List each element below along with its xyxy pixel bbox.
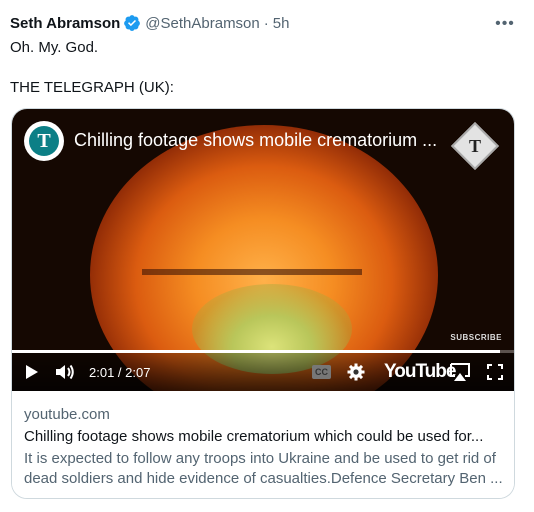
- airplay-icon[interactable]: [449, 353, 473, 391]
- volume-icon[interactable]: [54, 353, 80, 391]
- gear-icon[interactable]: [347, 353, 369, 391]
- video-frame-detail: [142, 269, 362, 275]
- tweet-timestamp[interactable]: 5h: [273, 15, 290, 32]
- cc-icon[interactable]: CC: [312, 353, 336, 391]
- link-description-line: dead soldiers and hide evidence of casua…: [24, 470, 503, 487]
- verified-badge-icon: [124, 15, 141, 31]
- fullscreen-icon[interactable]: [487, 353, 507, 391]
- more-icon[interactable]: •••: [494, 13, 516, 35]
- channel-logo-letter: T: [29, 126, 59, 156]
- link-description-line: It is expected to follow any troops into…: [24, 450, 496, 467]
- link-title: Chilling footage shows mobile crematoriu…: [24, 428, 484, 445]
- tweet-header: Seth Abramson @SethAbramson · 5h: [10, 13, 289, 33]
- video-player[interactable]: T Chilling footage shows mobile cremator…: [12, 109, 514, 391]
- subscribe-label[interactable]: SUBSCRIBE: [450, 333, 502, 342]
- channel-watermark[interactable]: T: [450, 121, 500, 171]
- cc-label: CC: [312, 365, 331, 379]
- youtube-logo[interactable]: YouTube: [384, 353, 456, 391]
- player-controls: 2:01 / 2:07 CC YouTube: [12, 353, 514, 391]
- tweet-text-line: Oh. My. God.: [10, 39, 99, 56]
- link-domain: youtube.com: [24, 406, 110, 423]
- play-icon[interactable]: [22, 353, 46, 391]
- separator: ·: [263, 14, 269, 32]
- author-name[interactable]: Seth Abramson: [10, 15, 120, 32]
- video-title[interactable]: Chilling footage shows mobile crematoriu…: [74, 130, 437, 151]
- link-card[interactable]: T Chilling footage shows mobile cremator…: [11, 108, 515, 499]
- tweet-text: Oh. My. God. THE TELEGRAPH (UK):: [10, 38, 510, 98]
- link-card-meta[interactable]: youtube.com Chilling footage shows mobil…: [12, 391, 514, 498]
- author-handle[interactable]: @SethAbramson: [145, 15, 259, 32]
- time-display: 2:01 / 2:07: [89, 364, 151, 380]
- watermark-letter: T: [468, 135, 481, 156]
- channel-logo[interactable]: T: [24, 121, 64, 161]
- tweet-text-line: THE TELEGRAPH (UK):: [10, 79, 174, 96]
